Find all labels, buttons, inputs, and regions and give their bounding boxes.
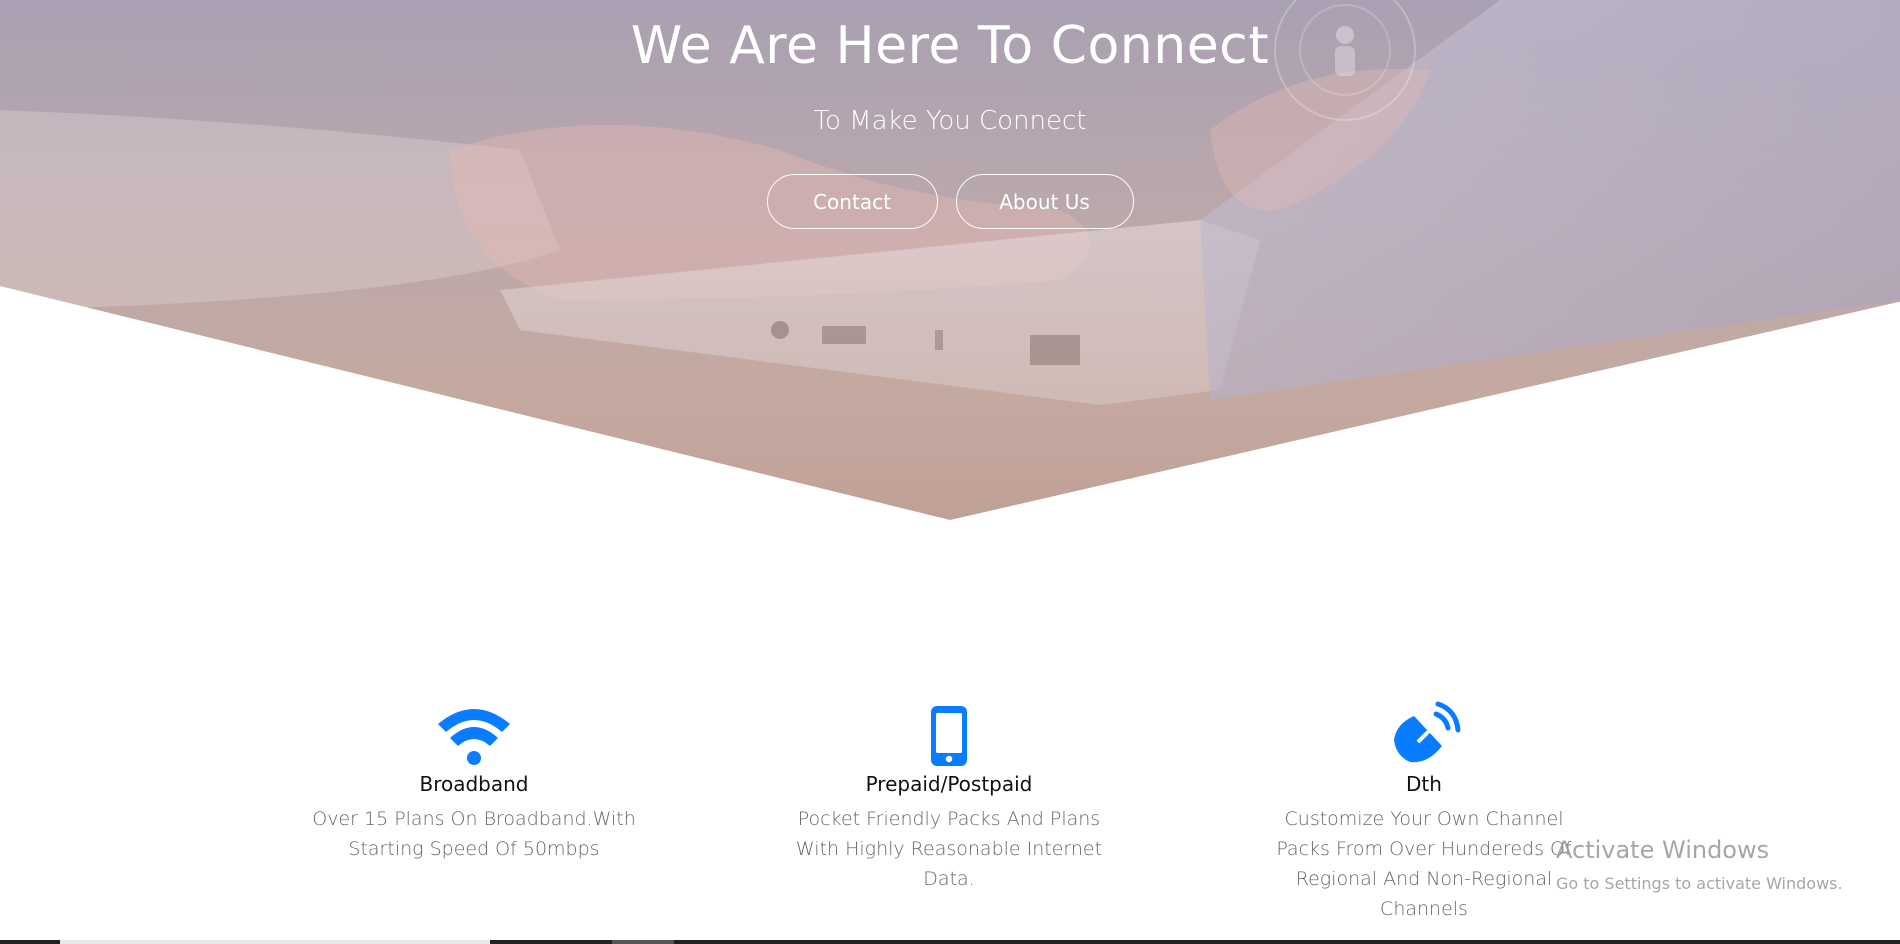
taskbar-edge: [0, 940, 1900, 944]
wifi-icon: [438, 709, 510, 765]
hero-subtitle: To Make You Connect: [813, 106, 1087, 136]
watermark-subtitle: Go to Settings to activate Windows.: [1556, 874, 1843, 893]
contact-button[interactable]: Contact: [766, 174, 938, 229]
service-description: Customize Your Own Channel Packs From Ov…: [1276, 808, 1572, 920]
taskbar-segment: [612, 940, 674, 944]
about-us-button[interactable]: About Us: [955, 174, 1134, 229]
hero-section: We Are Here To Connect To Make You Conne…: [0, 0, 1900, 520]
service-description: Over 15 Plans On Broadband.With Starting…: [312, 808, 636, 860]
taskbar-segment: [60, 940, 490, 944]
service-description: Pocket Friendly Packs And Plans With Hig…: [795, 808, 1103, 890]
service-card-dth: Dth Customize Your Own Channel Packs Fro…: [1259, 700, 1589, 924]
page: We Are Here To Connect To Make You Conne…: [0, 0, 1900, 944]
hero-title: We Are Here To Connect: [630, 16, 1270, 76]
service-card-prepaid-postpaid: Prepaid/Postpaid Pocket Friendly Packs A…: [784, 700, 1114, 894]
satellite-dish-icon: [1394, 701, 1461, 763]
service-title: Broadband: [419, 772, 529, 796]
service-card-broadband: Broadband Over 15 Plans On Broadband.Wit…: [309, 700, 639, 864]
hero-button-group: Contact About Us: [0, 174, 1900, 229]
service-title: Dth: [1406, 772, 1442, 796]
hero-background-image: [0, 0, 1900, 405]
mobile-phone-icon: [931, 706, 967, 766]
services-section: Broadband Over 15 Plans On Broadband.Wit…: [0, 700, 1900, 944]
watermark-title: Activate Windows: [1556, 836, 1770, 864]
activate-windows-watermark: Activate Windows Go to Settings to activ…: [1556, 836, 1843, 893]
service-title: Prepaid/Postpaid: [865, 772, 1033, 796]
